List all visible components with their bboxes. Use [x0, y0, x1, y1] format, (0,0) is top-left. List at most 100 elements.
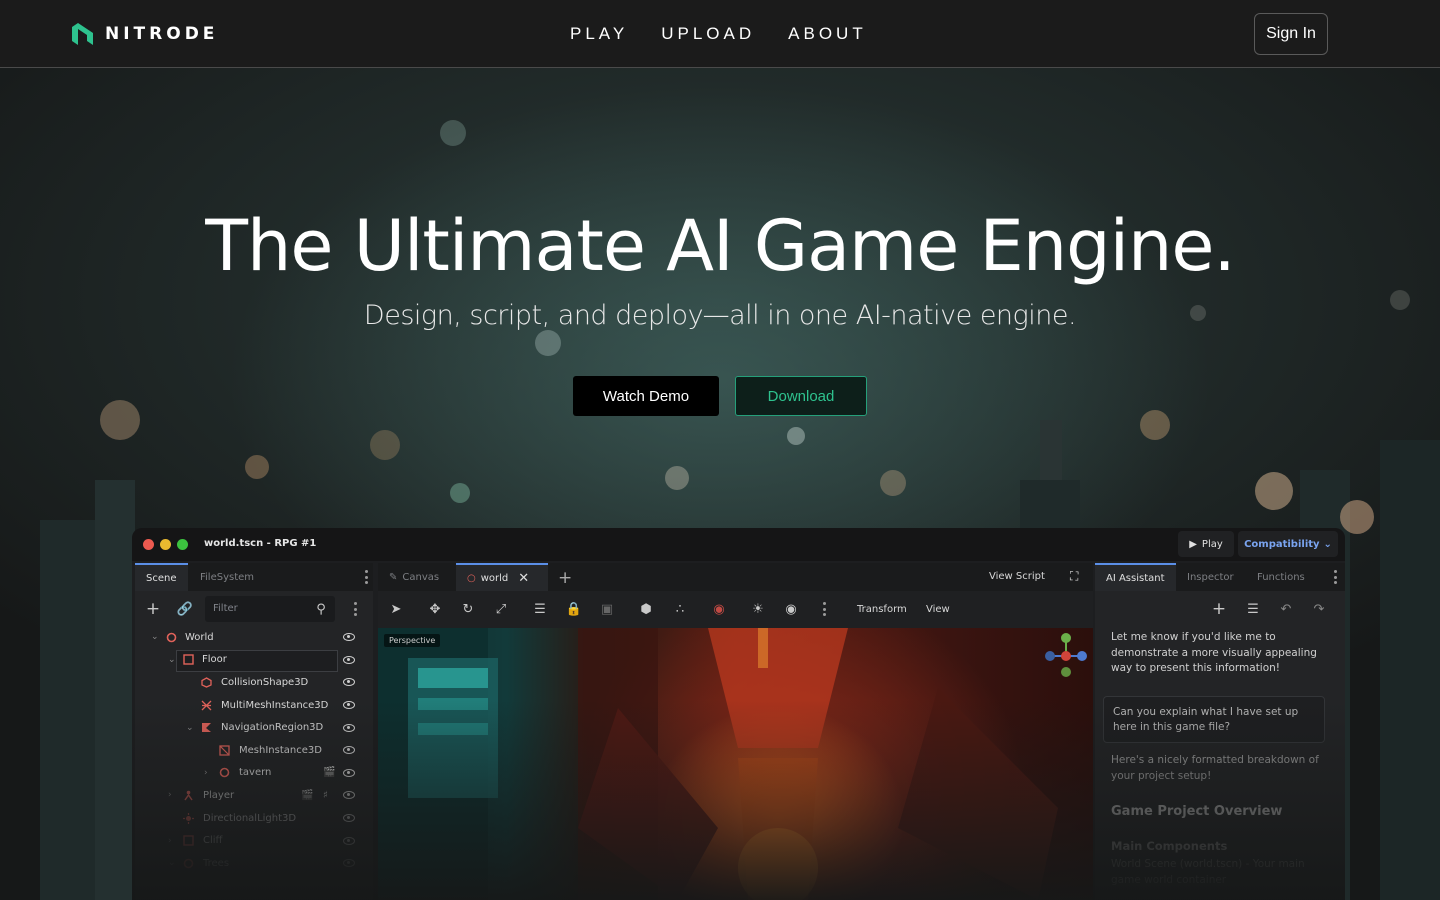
nav-upload-link[interactable]: UPLOAD — [661, 24, 755, 44]
editor-window-title: world.tscn - RPG #1 — [204, 538, 317, 549]
tree-label: Cliff — [203, 835, 223, 847]
tree-row[interactable]: ⌄ Floor — [135, 649, 373, 672]
perspective-label[interactable]: Perspective — [384, 634, 441, 647]
tree-row[interactable]: DirectionalLight3D — [135, 807, 373, 830]
add-node-icon[interactable]: + — [145, 599, 161, 619]
visibility-eye-icon[interactable] — [343, 836, 355, 845]
group-icon[interactable]: ▣ — [599, 601, 615, 617]
add-tab-icon[interactable]: + — [558, 568, 572, 588]
tree-row[interactable]: MeshInstance3D — [135, 739, 373, 762]
brand-logo[interactable]: NITRODE — [70, 21, 218, 47]
view-script-button[interactable]: View Script — [989, 571, 1045, 582]
visibility-eye-icon[interactable] — [343, 678, 355, 687]
chevron-right-icon[interactable]: › — [204, 768, 208, 778]
user-message: Can you explain what I have set up here … — [1103, 696, 1325, 743]
scale-tool-icon[interactable]: ⤢ — [493, 601, 509, 617]
3d-viewport[interactable]: Perspective — [378, 628, 1093, 900]
tree-row[interactable]: MultiMeshInstance3D — [135, 694, 373, 717]
sign-in-button[interactable]: Sign In — [1254, 13, 1328, 55]
history-list-icon[interactable]: ☰ — [1245, 601, 1261, 617]
chevron-right-icon[interactable]: › — [168, 836, 172, 846]
new-chat-icon[interactable]: + — [1211, 599, 1227, 619]
viewport-tabs: ✎ Canvas ○ world ✕ + View Script ⛶ — [378, 563, 1093, 591]
tree-row[interactable]: › Player 🎬 ♯ — [135, 784, 373, 807]
visibility-eye-icon[interactable] — [343, 746, 355, 755]
script-icon[interactable]: ♯ — [323, 790, 328, 801]
visibility-eye-icon[interactable] — [343, 859, 355, 868]
view-menu[interactable]: View — [926, 604, 950, 615]
tab-ai-assistant[interactable]: AI Assistant — [1095, 563, 1176, 591]
editor-play-button[interactable]: ▶ Play — [1178, 531, 1234, 557]
link-icon[interactable]: 🔗 — [177, 601, 193, 617]
record-icon[interactable]: ◉ — [711, 601, 727, 617]
chevron-right-icon[interactable]: › — [168, 790, 172, 800]
node3d-icon — [219, 768, 230, 778]
assistant-panel-tabs: AI Assistant Inspector Functions — [1095, 563, 1345, 591]
visibility-eye-icon[interactable] — [343, 814, 355, 823]
tab-inspector[interactable]: Inspector — [1176, 563, 1245, 591]
tree-row[interactable]: CollisionShape3D — [135, 671, 373, 694]
lock-icon[interactable]: 🔒 — [566, 601, 582, 617]
tree-row[interactable]: ⌄ Trees — [135, 852, 373, 875]
tab-functions[interactable]: Functions — [1246, 563, 1316, 591]
tree-label: CollisionShape3D — [221, 676, 309, 688]
assistant-panel-menu-icon[interactable] — [1334, 570, 1337, 584]
redo-icon[interactable]: ↷ — [1311, 601, 1327, 617]
compatibility-dropdown[interactable]: Compatibility ⌄ — [1238, 531, 1338, 557]
undo-icon[interactable]: ↶ — [1278, 601, 1294, 617]
globe-icon[interactable]: ◉ — [783, 601, 799, 617]
chevron-down-icon[interactable]: ⌄ — [168, 858, 176, 868]
play-icon: ▶ — [1189, 538, 1197, 550]
viewport-toolbar: ➤ ✥ ↻ ⤢ ☰ 🔒 ▣ ⬢ ∴ ◉ ☀ ◉ Transform View — [378, 593, 1093, 627]
editor-titlebar: world.tscn - RPG #1 ▶ Play Compatibility… — [132, 528, 1345, 561]
tab-scene[interactable]: Scene — [135, 563, 188, 591]
tab-canvas[interactable]: ✎ Canvas — [378, 563, 450, 591]
chat-heading: Game Project Overview — [1111, 804, 1283, 819]
tree-row[interactable]: ⌄ NavigationRegion3D — [135, 716, 373, 739]
clapper-icon[interactable]: 🎬 — [301, 790, 313, 801]
tree-label: MultiMeshInstance3D — [221, 699, 329, 711]
fullscreen-icon[interactable]: ⛶ — [1070, 569, 1078, 584]
select-tool-icon[interactable]: ➤ — [388, 601, 404, 617]
cube-icon[interactable]: ⬢ — [638, 601, 654, 617]
tree-label: Player — [203, 789, 235, 801]
clapper-icon[interactable]: 🎬 — [323, 767, 335, 778]
collision-shape-icon — [201, 677, 212, 688]
tree-row[interactable]: › Cliff — [135, 829, 373, 852]
rotate-tool-icon[interactable]: ↻ — [460, 601, 476, 617]
chevron-down-icon[interactable]: ⌄ — [168, 655, 176, 665]
search-icon[interactable]: ⚲ — [313, 601, 329, 617]
chevron-down-icon[interactable]: ⌄ — [151, 632, 159, 642]
watch-demo-button[interactable]: Watch Demo — [573, 376, 719, 416]
tree-label: World — [185, 631, 214, 643]
visibility-eye-icon[interactable] — [343, 655, 355, 664]
move-tool-icon[interactable]: ✥ — [427, 601, 443, 617]
close-dot-icon — [143, 539, 154, 550]
axis-gizmo-icon[interactable] — [1042, 630, 1090, 678]
scene-toolbar-menu-icon[interactable] — [354, 602, 357, 616]
sun-icon[interactable]: ☀ — [750, 601, 766, 617]
nav-play-link[interactable]: PLAY — [570, 24, 628, 44]
tab-filesystem[interactable]: FileSystem — [189, 563, 265, 591]
download-button[interactable]: Download — [735, 376, 867, 416]
snap-icon[interactable]: ∴ — [672, 601, 688, 617]
visibility-eye-icon[interactable] — [343, 633, 355, 642]
tree-row[interactable]: › tavern 🎬 — [135, 762, 373, 785]
visibility-eye-icon[interactable] — [343, 701, 355, 710]
nav-about-link[interactable]: ABOUT — [788, 24, 867, 44]
visibility-eye-icon[interactable] — [343, 723, 355, 732]
tab-world[interactable]: ○ world ✕ — [456, 563, 548, 591]
viewport-toolbar-menu-icon[interactable] — [823, 602, 826, 616]
visibility-eye-icon[interactable] — [343, 768, 355, 777]
scene-render — [378, 628, 1058, 900]
tab-canvas-label: Canvas — [402, 571, 440, 583]
tree-row[interactable]: ⌄ World — [135, 626, 373, 649]
chevron-down-icon[interactable]: ⌄ — [186, 723, 194, 733]
list-select-icon[interactable]: ☰ — [532, 601, 548, 617]
scene-tree: ⌄ World ⌄ Floor CollisionShape3D MultiMe… — [135, 626, 373, 875]
scene-panel-menu-icon[interactable] — [365, 570, 368, 584]
chat-bullet: World Scene (world.tscn) - Your main gam… — [1111, 858, 1305, 886]
close-tab-icon[interactable]: ✕ — [518, 571, 529, 586]
transform-menu[interactable]: Transform — [857, 604, 907, 615]
visibility-eye-icon[interactable] — [343, 791, 355, 800]
